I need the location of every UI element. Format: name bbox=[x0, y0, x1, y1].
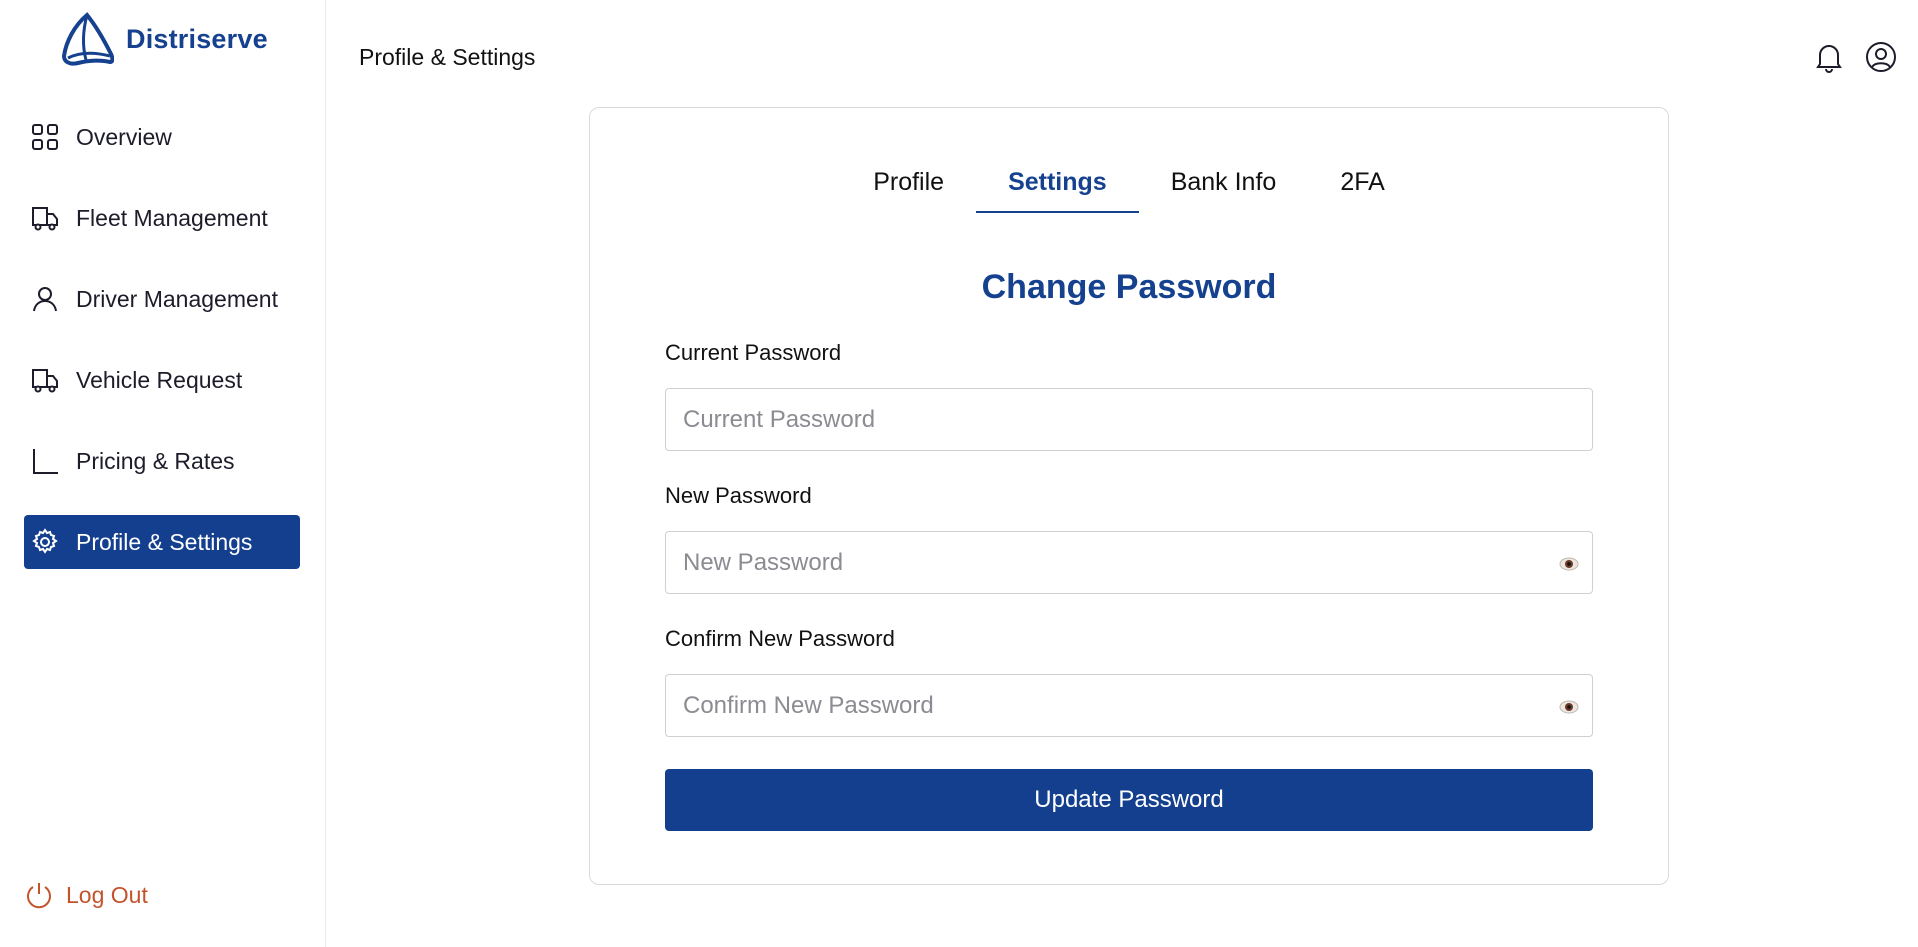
confirm-password-label: Confirm New Password bbox=[665, 626, 895, 651]
sidebar-item-label: Driver Management bbox=[76, 285, 278, 312]
sidebar-nav: Overview Fleet Management Driver Managem… bbox=[24, 110, 300, 596]
sidebar-item-label: Fleet Management bbox=[76, 204, 268, 231]
sidebar-item-profile-settings[interactable]: Profile & Settings bbox=[24, 515, 300, 569]
confirm-password-wrap bbox=[665, 674, 1593, 737]
user-circle-icon bbox=[1866, 42, 1896, 72]
sidebar-item-label: Pricing & Rates bbox=[76, 447, 235, 474]
account-button[interactable] bbox=[1864, 40, 1898, 74]
brand-logo-mark-icon bbox=[61, 12, 114, 66]
update-password-button[interactable]: Update Password bbox=[665, 769, 1593, 831]
sidebar-item-fleet-management[interactable]: Fleet Management bbox=[24, 191, 300, 245]
new-password-wrap bbox=[665, 531, 1593, 594]
bell-icon bbox=[1816, 45, 1842, 73]
user-icon bbox=[33, 287, 57, 312]
form-title: Change Password bbox=[981, 268, 1277, 306]
confirm-password-input[interactable] bbox=[666, 675, 1592, 736]
sidebar-item-driver-management[interactable]: Driver Management bbox=[24, 272, 300, 326]
tab-bar: Profile Settings Bank Info 2FA bbox=[590, 160, 1668, 213]
truck-icon bbox=[32, 369, 58, 393]
current-password-label: Current Password bbox=[665, 340, 842, 365]
brand-logo[interactable]: Distriserve bbox=[60, 12, 268, 66]
new-password-input[interactable] bbox=[666, 532, 1592, 593]
header-actions bbox=[1812, 40, 1898, 74]
sidebar-item-vehicle-request[interactable]: Vehicle Request bbox=[24, 353, 300, 407]
sidebar-item-label: Vehicle Request bbox=[76, 366, 243, 393]
eye-icon[interactable] bbox=[1558, 696, 1580, 718]
sidebar-item-overview[interactable]: Overview bbox=[24, 110, 300, 164]
notifications-button[interactable] bbox=[1812, 40, 1846, 74]
sidebar: Distriserve Overview Fleet Management Dr… bbox=[0, 0, 326, 947]
settings-card: Profile Settings Bank Info 2FA Change Pa… bbox=[589, 107, 1669, 885]
gear-icon bbox=[32, 528, 58, 554]
page-title: Profile & Settings bbox=[359, 44, 536, 70]
logout-button[interactable]: Log Out bbox=[24, 880, 148, 910]
tab-profile[interactable]: Profile bbox=[841, 160, 976, 213]
current-password-input[interactable] bbox=[666, 389, 1592, 450]
sidebar-item-label: Overview bbox=[76, 123, 172, 150]
eye-icon[interactable] bbox=[1558, 553, 1580, 575]
new-password-label: New Password bbox=[665, 483, 812, 508]
brand-name: Distriserve bbox=[126, 23, 268, 54]
power-icon bbox=[27, 883, 51, 909]
change-password-form: Current Password New Password Confirm Ne… bbox=[665, 340, 1593, 831]
chart-axis-icon bbox=[33, 449, 58, 474]
sidebar-item-pricing-rates[interactable]: Pricing & Rates bbox=[24, 434, 300, 488]
grid-icon bbox=[32, 124, 58, 150]
truck-icon bbox=[32, 207, 58, 231]
sidebar-item-label: Profile & Settings bbox=[76, 528, 253, 555]
current-password-wrap bbox=[665, 388, 1593, 451]
tab-settings[interactable]: Settings bbox=[976, 160, 1139, 213]
tab-bank-info[interactable]: Bank Info bbox=[1139, 160, 1309, 213]
tab-2fa[interactable]: 2FA bbox=[1308, 160, 1416, 213]
logout-label: Log Out bbox=[66, 881, 148, 908]
